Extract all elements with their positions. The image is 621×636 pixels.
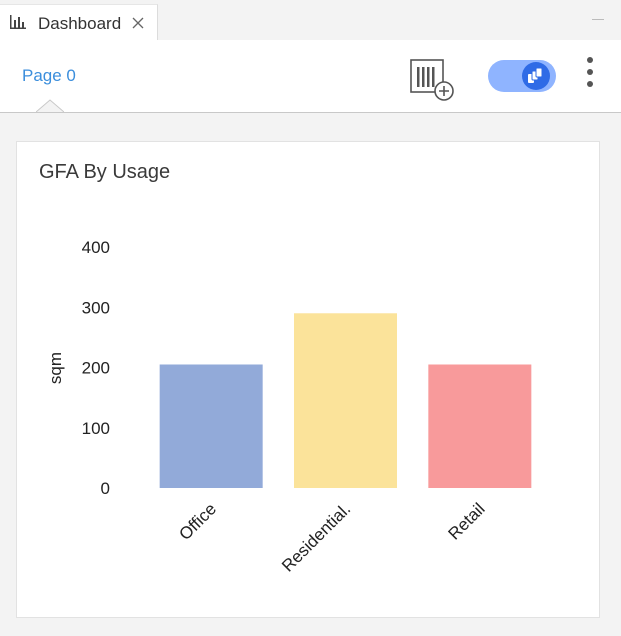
tab-title: Dashboard <box>38 14 122 33</box>
bar-chart: 0 100 200 300 400 sqm Office Residential. Retail <box>46 238 532 576</box>
bar <box>159 364 263 488</box>
y-tick-label: 100 <box>82 419 110 438</box>
toggle-knob <box>522 62 550 90</box>
bar-chart-icon <box>10 15 26 29</box>
bar <box>428 364 532 488</box>
y-tick-label: 0 <box>101 479 110 498</box>
x-tick-label: Retail <box>444 499 488 543</box>
page-tab[interactable]: Page 0 <box>22 66 76 86</box>
x-tick-label: Office <box>175 499 220 544</box>
dashboard-tab[interactable]: Dashboard <box>0 4 158 40</box>
y-tick-label: 300 <box>82 298 110 317</box>
close-icon[interactable] <box>132 17 144 29</box>
minimize-icon[interactable] <box>592 19 604 20</box>
y-tick-label: 200 <box>82 359 110 378</box>
kebab-menu-icon[interactable] <box>583 57 597 87</box>
toggle-switch[interactable] <box>488 60 556 92</box>
y-tick-label: 400 <box>82 238 110 257</box>
chart-widget[interactable]: GFA By Usage 0 100 200 300 400 sqm Office Resid… <box>16 141 600 618</box>
page-tab-indicator <box>36 99 64 113</box>
y-axis-label: sqm <box>46 352 65 384</box>
tab-strip: Dashboard <box>0 0 621 41</box>
dashboard-toolbar: Page 0 <box>0 40 621 113</box>
bar <box>294 313 397 488</box>
x-tick-label: Residential. <box>278 499 354 575</box>
add-chart-icon[interactable] <box>409 58 455 102</box>
pages-icon <box>528 68 543 83</box>
